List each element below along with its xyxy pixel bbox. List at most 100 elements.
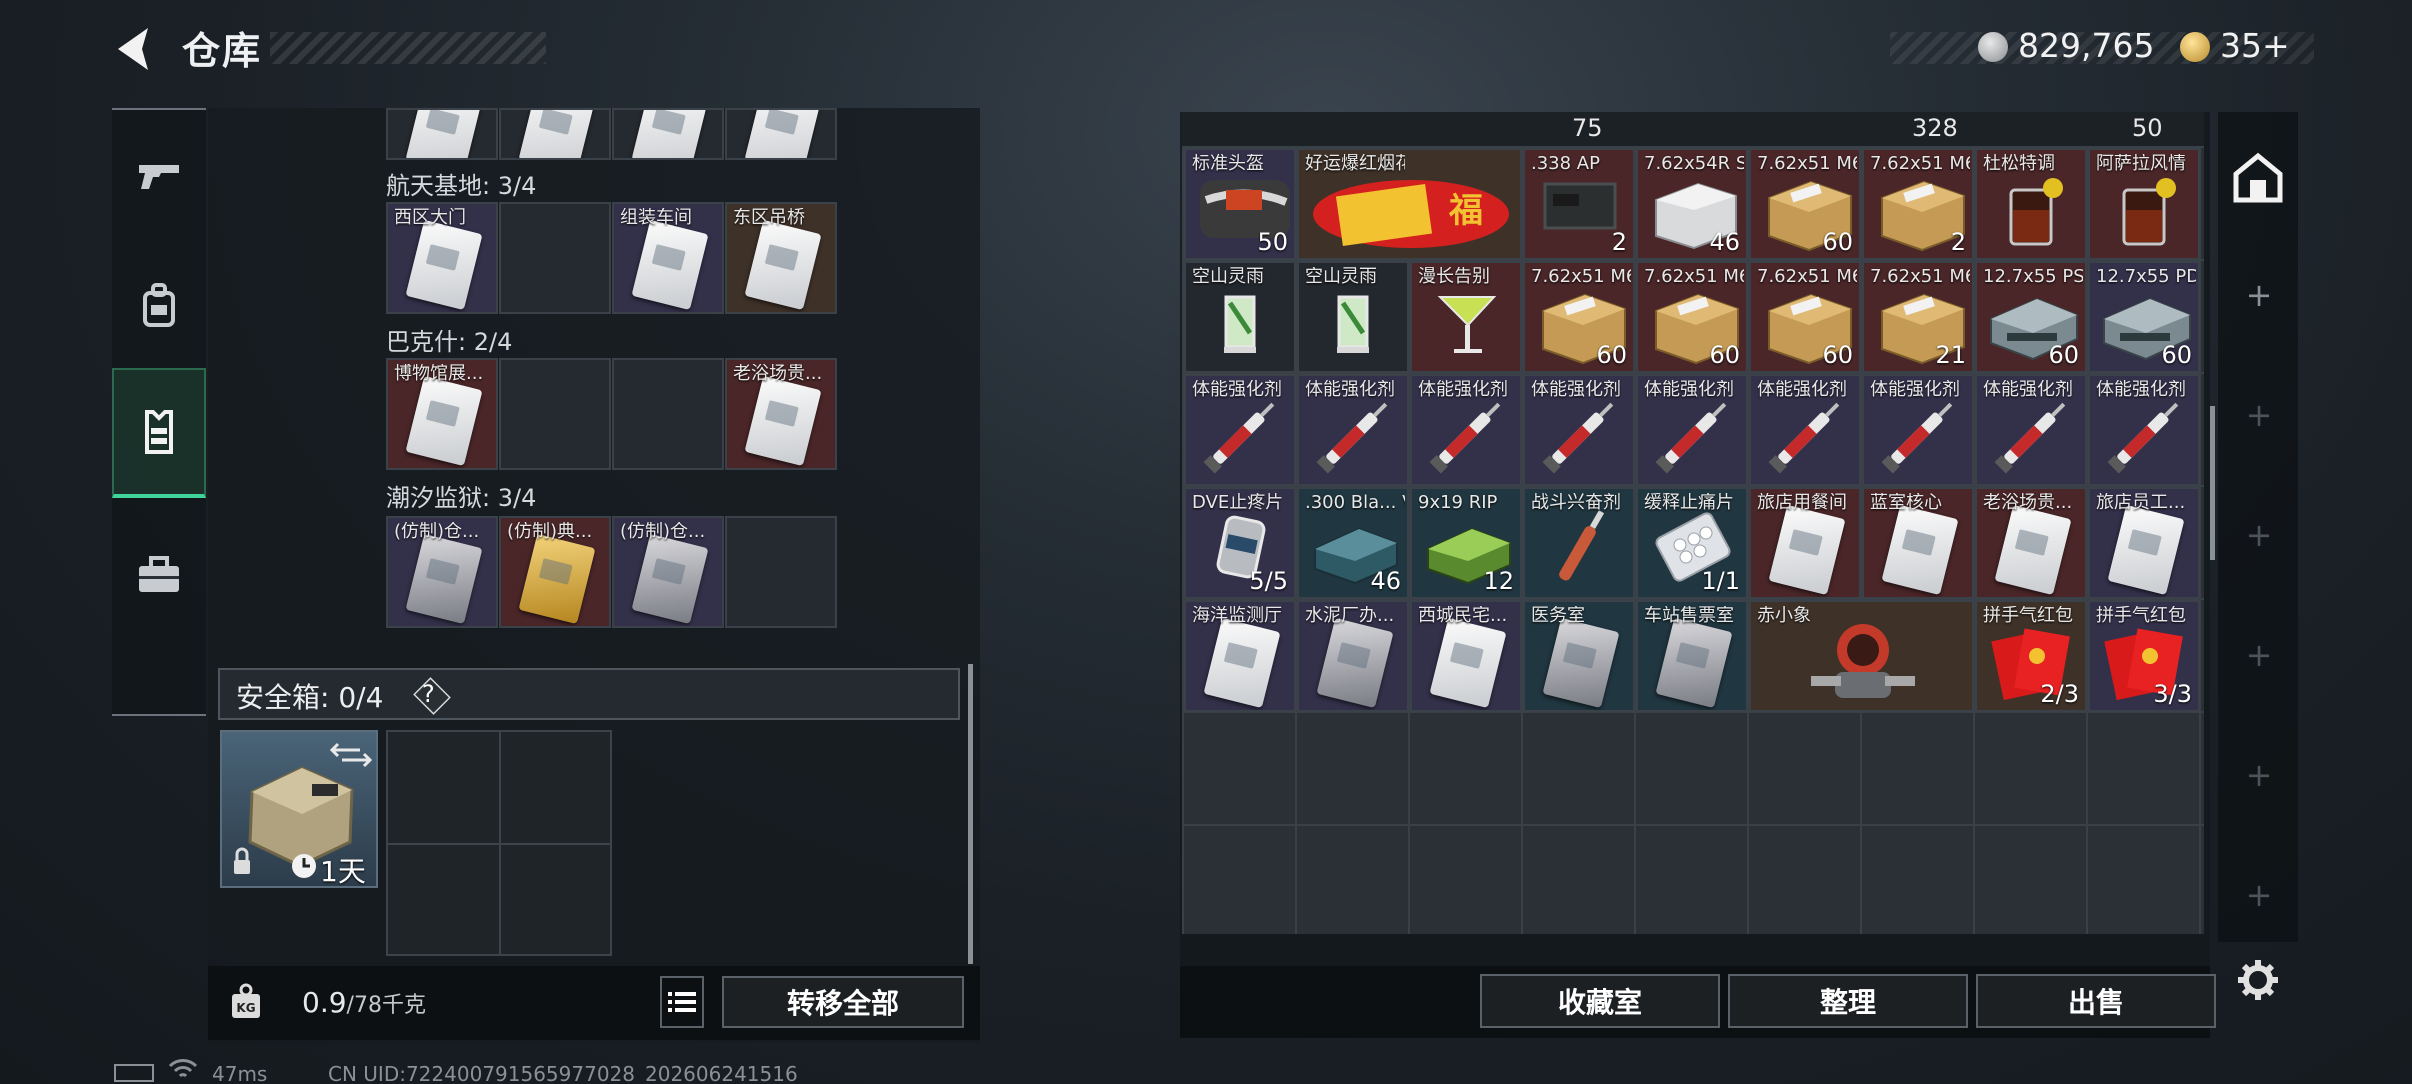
inventory-item[interactable]: 赤小象 — [1749, 600, 1974, 712]
user-uid: CN UID:722400791565977028_202606241516 — [328, 1062, 798, 1084]
inventory-item[interactable]: 拼手气红包 3/3 — [2088, 600, 2200, 712]
nav-backpack[interactable] — [112, 240, 206, 370]
add-page-icon[interactable]: + — [2244, 276, 2274, 314]
empty-slot[interactable] — [499, 202, 611, 314]
inventory-item[interactable]: 7.62x51 M62 21 — [1862, 261, 1974, 373]
inventory-item[interactable]: 12.7x55 PD12双头 60 — [2088, 261, 2200, 373]
collection-card[interactable]: (仿制)典... — [499, 516, 611, 628]
add-page-icon[interactable]: + — [2244, 516, 2274, 554]
keycard-icon — [1881, 504, 1959, 596]
inventory-item[interactable]: 体能强化剂 — [2088, 374, 2200, 486]
collection-card[interactable]: 博物馆展... — [386, 358, 498, 470]
partial-value: 328 — [1912, 114, 1958, 142]
inventory-item[interactable]: 体能强化剂 — [1749, 374, 1861, 486]
card-slot-partial[interactable] — [612, 108, 724, 160]
inventory-item[interactable]: DVE止疼片 5/5 — [1184, 487, 1296, 599]
swap-icon — [329, 742, 373, 768]
item-name: 空山灵雨 — [1192, 267, 1264, 287]
inventory-item[interactable]: 阿萨拉风情 — [2088, 148, 2200, 260]
inventory-item[interactable]: 体能强化剂 — [1862, 374, 1974, 486]
inventory-item[interactable]: 体能强化剂 — [1410, 374, 1522, 486]
svg-text:KG: KG — [236, 1001, 255, 1015]
add-page-icon[interactable]: + — [2244, 876, 2274, 914]
item-name: 7.62x51 M61 — [1870, 154, 1970, 174]
gold-currency-amount[interactable]: 35+ — [2220, 26, 2290, 65]
list-view-button[interactable] — [660, 976, 704, 1028]
safe-timer: 1天 — [320, 855, 366, 888]
inventory-item[interactable]: .300 Bla... V-Max 46 — [1297, 487, 1409, 599]
settings-gear-icon[interactable] — [2236, 958, 2280, 1002]
inventory-item[interactable]: 体能强化剂 — [1975, 374, 2087, 486]
partial-value: 50 — [2132, 114, 2163, 142]
inventory-item[interactable]: 7.62x51 M61 2 — [1862, 148, 1974, 260]
inventory-item[interactable]: 空山灵雨 — [1297, 261, 1409, 373]
empty-slot[interactable] — [612, 358, 724, 470]
inventory-item[interactable]: 福 好运爆红烟花 — [1297, 148, 1522, 260]
inventory-item[interactable]: 漫长告别 — [1410, 261, 1522, 373]
inventory-item[interactable]: .338 AP 2 — [1523, 148, 1635, 260]
inventory-item[interactable]: 蓝室核心 — [1862, 487, 1974, 599]
collection-room-button[interactable]: 收藏室 — [1480, 974, 1720, 1028]
nav-vest[interactable] — [112, 368, 206, 498]
collection-card[interactable]: (仿制)仓... — [612, 516, 724, 628]
inventory-item[interactable]: 缓释止痛片 1/1 — [1636, 487, 1748, 599]
inventory-item[interactable]: 7.62x51 M62 60 — [1636, 261, 1748, 373]
item-name: 体能强化剂 — [1644, 380, 1734, 400]
add-page-icon[interactable]: + — [2244, 756, 2274, 794]
inventory-item[interactable]: 7.62x51 M62 60 — [1523, 261, 1635, 373]
inventory-item[interactable]: 海洋监测厅 — [1184, 600, 1296, 712]
left-scrollbar[interactable] — [968, 664, 973, 964]
inventory-item[interactable]: 体能强化剂 — [1523, 374, 1635, 486]
inventory-item[interactable]: 水泥厂办... — [1297, 600, 1409, 712]
briefcase-icon — [139, 556, 179, 592]
collection-card[interactable]: 老浴场贵... — [725, 358, 837, 470]
item-name: 战斗兴奋剂 — [1531, 493, 1621, 513]
inventory-item[interactable]: 7.62x51 M61 60 — [1749, 148, 1861, 260]
inventory-item[interactable]: 标准头盔 50 — [1184, 148, 1296, 260]
inventory-item[interactable]: 西城民宅... — [1410, 600, 1522, 712]
inventory-item[interactable]: 拼手气红包 2/3 — [1975, 600, 2087, 712]
inventory-item[interactable]: 老浴场贵... — [1975, 487, 2087, 599]
right-scrollbar[interactable] — [2210, 406, 2215, 560]
ping-readout: 47ms — [212, 1062, 268, 1084]
nav-weapon[interactable] — [112, 110, 206, 240]
collection-card[interactable]: 组装车间 — [612, 202, 724, 314]
inventory-item[interactable]: 车站售票室 — [1636, 600, 1748, 712]
inventory-item[interactable]: 旅店用餐间 — [1749, 487, 1861, 599]
inventory-item[interactable]: 9x19 RIP 12 — [1410, 487, 1522, 599]
sort-button[interactable]: 整理 — [1728, 974, 1968, 1028]
inventory-item[interactable]: 战斗兴奋剂 — [1523, 487, 1635, 599]
card-slot-partial[interactable] — [386, 108, 498, 160]
add-page-icon[interactable]: + — [2244, 396, 2274, 434]
inventory-item[interactable]: 体能强化剂 — [1636, 374, 1748, 486]
battery-icon — [114, 1064, 154, 1082]
inventory-item[interactable]: 12.7x55 PS12B 60 — [1975, 261, 2087, 373]
inventory-item[interactable]: 旅店员工... — [2088, 487, 2200, 599]
svg-text:福: 福 — [1448, 191, 1483, 231]
safe-box-slots[interactable] — [386, 730, 612, 956]
nav-briefcase[interactable] — [112, 510, 206, 640]
transfer-all-button[interactable]: 转移全部 — [722, 976, 964, 1028]
item-count: 2/3 — [2040, 680, 2079, 708]
back-arrow-icon[interactable] — [112, 24, 156, 74]
empty-slot[interactable] — [499, 358, 611, 470]
collection-card[interactable]: 东区吊桥 — [725, 202, 837, 314]
inventory-item[interactable]: 体能强化剂 — [1184, 374, 1296, 486]
inventory-item[interactable]: 7.62x54R SNB 46 — [1636, 148, 1748, 260]
collection-card[interactable]: (仿制)仓... — [386, 516, 498, 628]
inventory-item[interactable]: 7.62x51 M62 60 — [1749, 261, 1861, 373]
warehouse-page-icon[interactable] — [2230, 150, 2286, 206]
card-slot-partial[interactable] — [499, 108, 611, 160]
card-slot-partial[interactable] — [725, 108, 837, 160]
safe-box-item[interactable]: 1天 — [220, 730, 378, 888]
collection-card[interactable]: 西区大门 — [386, 202, 498, 314]
item-name: 水泥厂办... — [1305, 606, 1395, 626]
inventory-item[interactable]: 体能强化剂 — [1297, 374, 1409, 486]
inventory-item[interactable]: 空山灵雨 — [1184, 261, 1296, 373]
inventory-item[interactable]: 医务室 — [1523, 600, 1635, 712]
sell-button[interactable]: 出售 — [1976, 974, 2216, 1028]
empty-slot[interactable] — [725, 516, 837, 628]
item-name: 7.62x51 M62 — [1531, 267, 1631, 287]
inventory-item[interactable]: 杜松特调 — [1975, 148, 2087, 260]
add-page-icon[interactable]: + — [2244, 636, 2274, 674]
